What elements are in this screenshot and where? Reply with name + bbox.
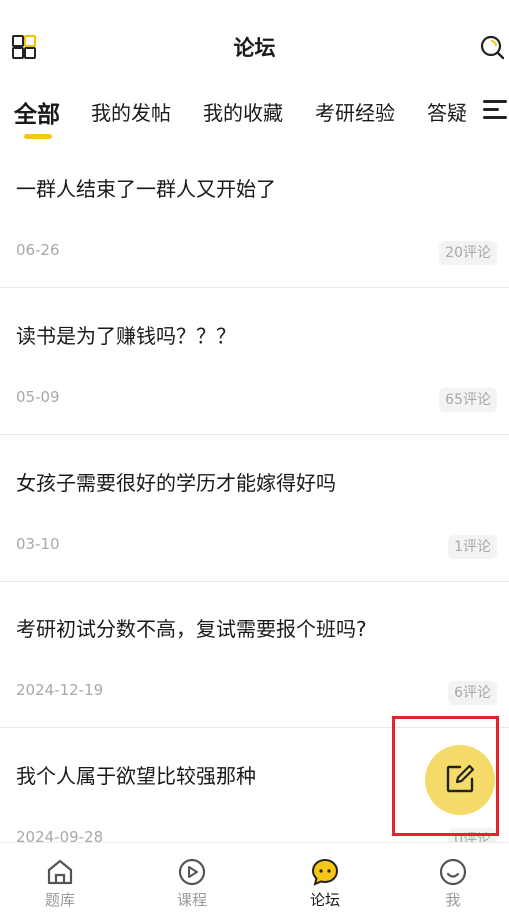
smile-icon — [439, 858, 467, 886]
tab-qa[interactable]: 答疑 — [427, 97, 467, 126]
nav-item-forum[interactable]: 论坛 — [285, 843, 365, 910]
tab-all[interactable]: 全部 — [14, 95, 60, 129]
status-bar — [0, 0, 509, 8]
highlight-box — [392, 716, 499, 836]
home-icon — [47, 859, 73, 885]
post-title: 我个人属于欲望比较强那种 — [16, 764, 256, 788]
header: 论坛 — [0, 22, 509, 72]
menu-icon[interactable] — [481, 97, 509, 123]
search-icon[interactable] — [479, 34, 505, 60]
post-title: 读书是为了赚钱吗？？？ — [16, 324, 236, 348]
post-date: 03-10 — [16, 535, 60, 553]
active-tab-indicator — [24, 134, 52, 139]
tab-my-posts[interactable]: 我的发帖 — [91, 97, 171, 126]
post-title: 一群人结束了一群人又开始了 — [16, 177, 276, 201]
category-tabs: 全部 我的发帖 我的收藏 考研经验 答疑 — [0, 90, 509, 145]
chat-icon — [311, 858, 339, 886]
nav-label: 课程 — [176, 891, 207, 909]
nav-item-question-bank[interactable]: 题库 — [20, 843, 100, 910]
comment-count-badge: 20评论 — [439, 241, 497, 265]
post-date: 2024-12-19 — [16, 681, 104, 699]
comment-count-badge: 65评论 — [439, 388, 497, 412]
comment-count-badge: 6评论 — [448, 681, 497, 705]
post-date: 05-09 — [16, 388, 60, 406]
nav-label: 我 — [445, 891, 461, 909]
bottom-nav: 题库 课程 论坛 我 — [0, 842, 509, 918]
nav-label: 论坛 — [309, 891, 340, 909]
post-item[interactable]: 一群人结束了一群人又开始了 06-26 20评论 — [0, 141, 509, 288]
nav-item-courses[interactable]: 课程 — [152, 843, 232, 910]
nav-label: 题库 — [44, 891, 75, 909]
post-item[interactable]: 女孩子需要很好的学历才能嫁得好吗 03-10 1评论 — [0, 435, 509, 582]
nav-item-me[interactable]: 我 — [413, 843, 493, 910]
post-title: 女孩子需要很好的学历才能嫁得好吗 — [16, 471, 336, 495]
play-icon — [178, 858, 206, 886]
post-title: 考研初试分数不高，复试需要报个班吗? — [16, 617, 367, 641]
post-item[interactable]: 考研初试分数不高，复试需要报个班吗? 2024-12-19 6评论 — [0, 581, 509, 728]
tab-my-favorites[interactable]: 我的收藏 — [203, 97, 283, 126]
post-item[interactable]: 读书是为了赚钱吗？？？ 05-09 65评论 — [0, 288, 509, 435]
post-date: 06-26 — [16, 241, 60, 259]
tab-exam-experience[interactable]: 考研经验 — [315, 97, 395, 126]
comment-count-badge: 1评论 — [448, 535, 497, 559]
page-title: 论坛 — [233, 36, 276, 60]
